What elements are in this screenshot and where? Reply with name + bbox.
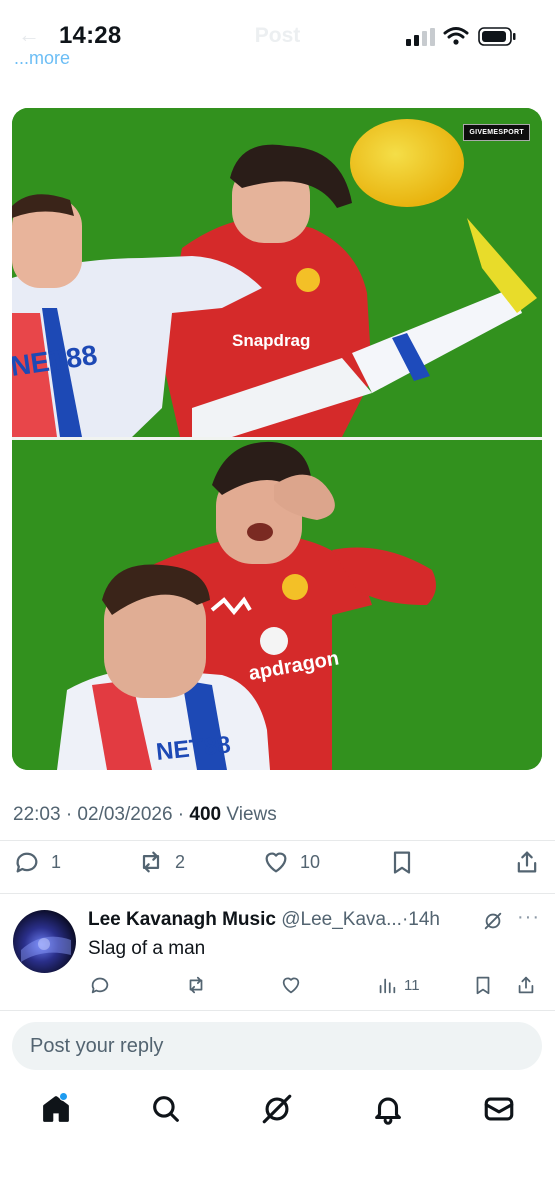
reply-views-button[interactable]: 11	[376, 974, 420, 996]
photo-header-challenge[interactable]: Snapdrag NET88	[12, 108, 542, 437]
divider	[0, 840, 555, 841]
photo-head-injury[interactable]: apdragon NET88	[12, 440, 542, 770]
reply-icon	[16, 852, 38, 873]
status-time: 14:28	[59, 22, 122, 49]
heart-icon	[265, 852, 287, 873]
avatar[interactable]	[13, 910, 76, 973]
reply-header: Lee Kavanagh Music @Lee_Kava...·14h	[88, 909, 440, 931]
reply-author-name[interactable]: Lee Kavanagh Music	[88, 909, 276, 930]
reply-views-count: 11	[404, 976, 420, 994]
views-label: Views	[221, 804, 277, 825]
tab-search[interactable]	[149, 1092, 183, 1126]
reply-bookmark-button[interactable]	[472, 974, 494, 996]
reply-actions: 11	[0, 974, 555, 1000]
battery-icon	[478, 27, 516, 46]
tab-grok[interactable]	[260, 1092, 294, 1126]
repost-icon	[189, 976, 203, 994]
divider	[0, 893, 555, 894]
reply-button[interactable]: 1	[13, 848, 61, 876]
share-button[interactable]	[513, 848, 541, 876]
search-icon	[153, 1096, 179, 1122]
reply-like-button[interactable]	[280, 974, 302, 996]
grok-icon[interactable]	[482, 910, 504, 932]
reply-age: ·14h	[401, 909, 440, 930]
notification-dot	[59, 1092, 68, 1101]
post-timestamp: 22:03 · 02/03/2026 ·	[13, 804, 190, 825]
reply-reply-button[interactable]	[89, 974, 111, 996]
like-count: 10	[300, 851, 321, 872]
notifications-icon	[375, 1097, 401, 1125]
tab-messages[interactable]	[482, 1092, 516, 1126]
reply-input[interactable]	[12, 1022, 542, 1070]
bottom-tab-bar	[0, 1092, 555, 1142]
watermark-logo: GIVEMESPORT	[463, 124, 530, 141]
reply-repost-button[interactable]	[185, 974, 207, 996]
bookmark-button[interactable]	[388, 848, 416, 876]
grok-icon	[262, 1094, 292, 1124]
bookmark-icon	[393, 851, 411, 874]
more-options-icon[interactable]: ···	[517, 906, 540, 929]
divider	[0, 1010, 555, 1011]
reply-text: Slag of a man	[88, 938, 206, 959]
cellular-signal-icon	[406, 28, 435, 46]
post-media[interactable]: Snapdrag NET88 apdragon NET88 GIVEMESPOR…	[12, 108, 542, 770]
show-more-link[interactable]: ...more	[14, 54, 70, 66]
repost-icon	[142, 851, 160, 873]
post-actions: 1 2 10	[0, 848, 555, 882]
wifi-icon	[443, 27, 469, 45]
repost-button[interactable]: 2	[137, 848, 185, 876]
share-icon	[518, 976, 534, 994]
post-meta: 22:03 · 02/03/2026 · 400 Views	[13, 804, 277, 826]
share-icon	[517, 851, 537, 873]
messages-icon	[484, 1097, 514, 1121]
heart-icon	[282, 977, 300, 994]
like-button[interactable]: 10	[262, 848, 320, 876]
reply-author-handle[interactable]: @Lee_Kava...	[281, 909, 402, 930]
reply-count: 1	[51, 851, 62, 872]
views-chart-icon	[379, 978, 396, 994]
status-bar: ← Post 14:28	[0, 0, 555, 64]
reply-composer[interactable]	[12, 1022, 542, 1070]
reply-icon	[91, 977, 109, 994]
repost-count: 2	[175, 851, 186, 872]
views-count: 400	[189, 804, 222, 825]
bookmark-icon	[476, 976, 490, 995]
tab-home[interactable]	[39, 1092, 73, 1126]
reply-share-button[interactable]	[515, 974, 537, 996]
tab-notifications[interactable]	[371, 1092, 405, 1126]
svg-text:Snapdrag: Snapdrag	[232, 331, 310, 350]
